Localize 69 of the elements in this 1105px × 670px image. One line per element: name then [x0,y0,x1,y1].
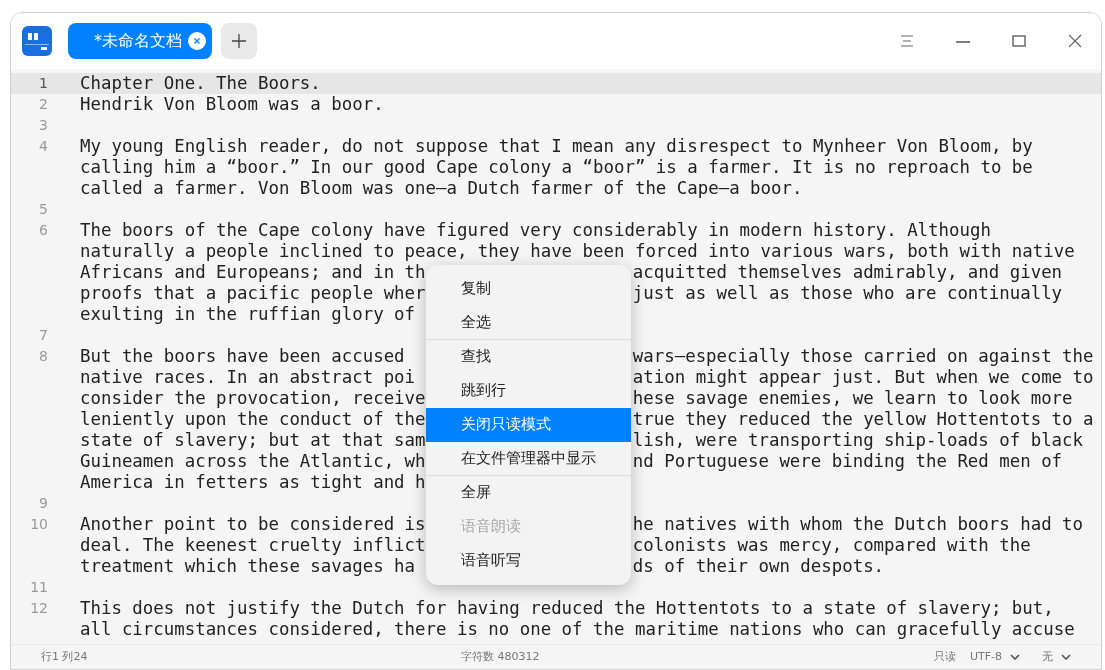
caret-icon [1010,654,1020,660]
app-logo-icon [22,26,52,56]
text-line: Chapter One. The Boors. [80,73,321,94]
menu-item[interactable]: 全选 [426,306,631,340]
line-number: 3 [39,117,48,133]
cursor-position: 行1 列24 [41,648,89,665]
text-fragment: consider the provocation, receive [80,388,426,408]
text-fragment: acquitted themselves admirably, and given [632,262,1063,283]
text-fragment: state of slavery; but at that sam [80,430,426,450]
text-line: all circumstances considered, there is no one of the maritime nations who can gracefully accuse [80,619,1075,640]
menu-item[interactable]: 查找 [426,340,631,374]
text-fragment: he natives with whom the Dutch boors had to [632,514,1084,535]
menu-item[interactable]: 复制 [426,272,631,306]
caret-icon [1061,654,1071,660]
line-number: 9 [39,495,48,511]
menu-item[interactable]: 在文件管理器中显示 [426,442,631,476]
highlight-dropdown[interactable]: 无 [1042,648,1071,666]
encoding-dropdown[interactable]: UTF-8 [969,648,1020,666]
menu-item[interactable]: 关闭只读模式 [426,408,631,442]
text-fragment: just as well as those who are continually [632,283,1063,304]
text-fragment: colonists was mercy, compared with the [632,535,1031,556]
line-number: 4 [39,138,48,154]
text-fragment: ds of their own despots. [632,556,885,577]
text-fragment: native races. In an abstract poi [80,367,416,387]
text-line: America in fetters as tight and h [80,472,426,493]
text-fragment: deal. The keenest cruelty inflict [80,535,426,555]
menu-item[interactable]: 语音听写 [426,544,631,578]
text-line: Hendrik Von Bloom was a boor. [80,94,384,115]
text-fragment: ation might appear just. But when we come to [632,367,1094,388]
plus-icon [232,34,246,48]
menu-item[interactable]: 跳到行 [426,374,631,408]
text-line: naturally a people inclined to peace, they have been forced into various wars, both with native [80,241,1075,262]
line-number: 12 [30,600,48,616]
menu-icon[interactable] [900,34,914,48]
new-tab-button[interactable] [221,23,257,59]
text-fragment: Another point to be considered is [80,514,426,534]
text-fragment: true they reduced the yellow Hottentots to a [632,409,1094,430]
menu-item[interactable]: 全屏 [426,476,631,510]
text-fragment: hese savage enemies, we learn to look more [632,388,1073,409]
maximize-icon[interactable] [1012,34,1026,48]
text-fragment: leniently upon the conduct of the [80,409,426,429]
text-fragment: Guineamen across the Atlantic, wh [80,451,426,471]
text-fragment: lish, were transporting ship-loads of black [632,430,1084,451]
close-icon[interactable] [1068,34,1082,48]
text-fragment: nd Portuguese were binding the Red men of [632,451,1063,472]
document-tab[interactable]: *未命名文档 [68,23,212,59]
text-line: exulting in the ruffian glory of [80,304,416,325]
text-fragment: treatment which these savages ha [80,556,416,576]
text-line: called a farmer. Von Bloom was one—a Dutch farmer of the Cape—a boor. [80,178,803,199]
tab-title: *未命名文档 [94,30,182,52]
line-number: 7 [39,327,48,343]
line-number: 11 [30,579,48,595]
line-number: 6 [39,222,48,238]
line-number: 10 [30,516,48,532]
text-fragment: proofs that a pacific people wher [80,283,426,303]
line-number: 5 [39,201,48,217]
line-number: 1 [39,75,48,91]
line-number: 2 [39,96,48,112]
character-count: 字符数 480312 [461,648,540,665]
close-icon[interactable] [188,32,206,50]
text-line: This does not justify the Dutch for having reduced the Hottentots to a state of slavery; but, [80,598,1054,619]
text-line: The boors of the Cape colony have figured very considerably in modern history. Although [80,220,991,241]
text-line: calling him a “boor.” In our good Cape colony a “boor” is a farmer. It is no reproach to be [80,157,1033,178]
text-fragment: wars—especially those carried on against the [632,346,1094,367]
text-fragment: Africans and Europeans; and in th [80,262,426,282]
read-only-label: 只读 [933,648,956,665]
text-fragment: But the boors have been accused [80,346,405,366]
text-line: My young English reader, do not suppose that I mean any disrespect to Mynheer Von Bloom, by [80,136,1033,157]
line-number: 8 [39,348,48,364]
